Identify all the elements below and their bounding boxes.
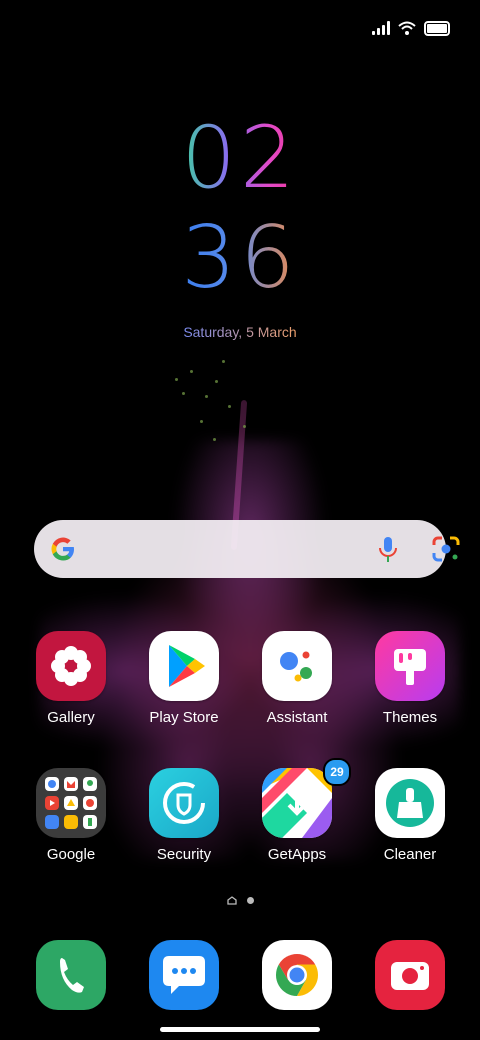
battery-icon xyxy=(424,20,450,36)
clock-hour: 02 xyxy=(181,108,299,208)
app-label: Cleaner xyxy=(383,846,437,863)
app-label: Gallery xyxy=(47,709,95,726)
notification-badge: 29 xyxy=(323,758,351,786)
cleaner-icon xyxy=(375,768,445,838)
app-assistant[interactable]: Assistant xyxy=(247,631,347,726)
security-icon xyxy=(149,768,219,838)
getapps-icon xyxy=(262,768,332,838)
status-bar xyxy=(372,18,450,38)
app-label: Assistant xyxy=(266,709,328,726)
clock-widget[interactable]: 02 36 Saturday, 5 March xyxy=(0,108,480,342)
signal-icon xyxy=(372,21,390,35)
google-search-bar[interactable] xyxy=(34,520,460,578)
dock-camera[interactable] xyxy=(360,940,460,1010)
page-dot xyxy=(246,897,254,904)
play-store-icon xyxy=(149,631,219,701)
app-themes[interactable]: Themes xyxy=(360,631,460,726)
app-cleaner[interactable]: Cleaner xyxy=(360,768,460,863)
dock-phone[interactable] xyxy=(21,940,121,1010)
app-label: GetApps xyxy=(267,846,327,863)
lens-icon[interactable] xyxy=(432,536,460,562)
app-gallery[interactable]: Gallery xyxy=(21,631,121,726)
gesture-bar[interactable] xyxy=(160,1027,320,1032)
app-getapps[interactable]: 29 GetApps xyxy=(247,758,351,863)
messages-icon xyxy=(149,940,219,1010)
chrome-icon xyxy=(262,940,332,1010)
app-security[interactable]: Security xyxy=(134,768,234,863)
dock-chrome[interactable] xyxy=(247,940,347,1010)
app-label: Themes xyxy=(382,709,438,726)
assistant-icon xyxy=(262,631,332,701)
gallery-icon xyxy=(36,631,106,701)
app-play-store[interactable]: Play Store xyxy=(134,631,234,726)
wifi-icon xyxy=(398,21,416,35)
camera-icon xyxy=(375,940,445,1010)
mic-icon[interactable] xyxy=(376,535,400,563)
google-folder-icon xyxy=(36,768,106,838)
app-folder-google[interactable]: Google xyxy=(21,768,121,863)
phone-icon xyxy=(36,940,106,1010)
app-label: Google xyxy=(46,846,96,863)
themes-icon xyxy=(375,631,445,701)
clock-date: Saturday, 5 March xyxy=(183,324,297,340)
app-label: Play Store xyxy=(149,709,219,726)
clock-minute: 36 xyxy=(181,208,299,308)
page-indicator[interactable] xyxy=(0,896,480,905)
dock-messages[interactable] xyxy=(134,940,234,1010)
home-page-icon xyxy=(226,896,237,905)
google-g-icon xyxy=(51,537,74,561)
app-label: Security xyxy=(156,846,212,863)
